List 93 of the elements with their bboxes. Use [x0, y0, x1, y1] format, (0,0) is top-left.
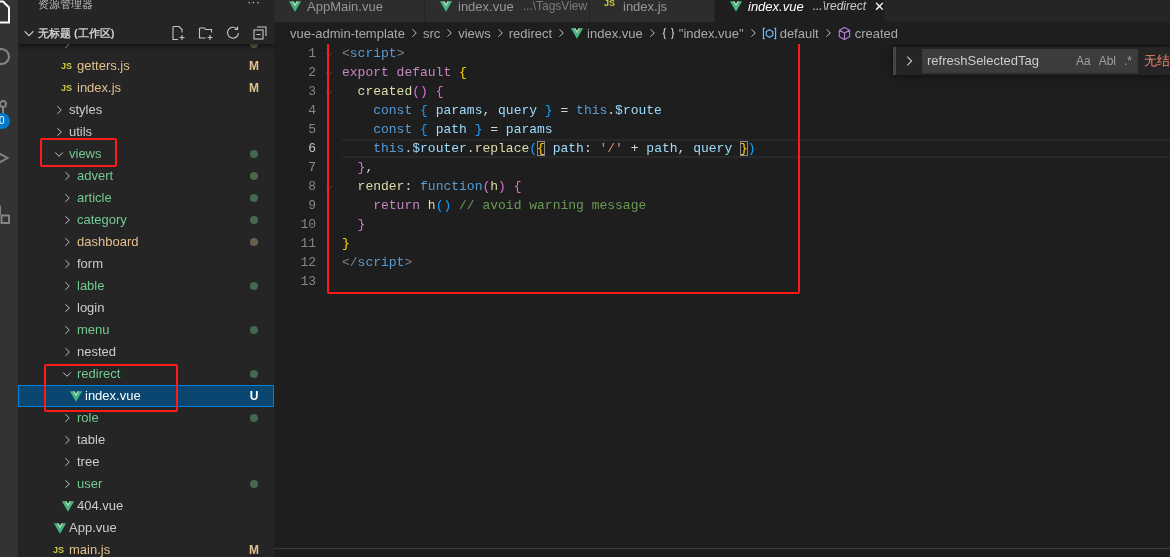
breadcrumb-item[interactable]: vue-admin-template	[290, 26, 405, 40]
vue-icon	[69, 389, 83, 403]
code-line: <script>	[342, 44, 405, 63]
tree-item[interactable]: tree	[18, 451, 274, 473]
editor-tab[interactable]: JS index.js	[590, 0, 715, 22]
line-number: 6	[307, 139, 316, 158]
git-status-letter: M	[249, 58, 259, 75]
tree-item[interactable]: JS getters.js M	[18, 55, 274, 77]
tab-description: ...\TagsView	[522, 0, 588, 13]
vue-icon	[61, 499, 75, 513]
code-line: const { path } = params	[372, 120, 553, 139]
tree-item[interactable]: 404.vue	[18, 495, 274, 517]
breadcrumb-item[interactable]: redirect	[508, 26, 553, 40]
tree-item[interactable]: table	[18, 429, 274, 451]
code-line: </script>	[342, 253, 413, 272]
collapse-all-icon[interactable]	[252, 25, 268, 41]
js-icon: JS	[61, 61, 75, 71]
editor-tab[interactable]: index.vue ...\redirect ✕	[715, 0, 885, 22]
result-count: 无结	[1144, 52, 1170, 71]
git-status-letter: M	[249, 542, 259, 557]
code-line: }	[356, 215, 366, 234]
vue-icon	[439, 0, 453, 13]
braces-icon	[660, 25, 676, 41]
tree-item[interactable]: nested	[18, 341, 274, 363]
line-number: 9	[307, 196, 316, 215]
tree-item[interactable]: redirect	[18, 363, 274, 385]
tree-item[interactable]: JS index.js M	[18, 77, 274, 99]
vue-icon	[729, 0, 743, 13]
breadcrumb-item[interactable]: default	[779, 26, 819, 40]
tree-item[interactable]: article	[18, 187, 274, 209]
breadcrumb-item[interactable]: src	[422, 26, 441, 40]
code-line: return h() // avoid warning message	[372, 196, 647, 215]
tree-item[interactable]: views	[18, 143, 274, 165]
tree-item[interactable]: dashboard	[18, 231, 274, 253]
tree-item[interactable]: lable	[18, 275, 274, 297]
line-number: 12	[299, 253, 316, 272]
line-number: 11	[299, 234, 316, 253]
vue-icon	[288, 0, 302, 13]
line-number: 5	[307, 120, 316, 139]
breadcrumb-item[interactable]: index.vue	[587, 26, 643, 40]
tree-item[interactable]: role	[18, 407, 274, 429]
tree-item[interactable]: category	[18, 209, 274, 231]
line-number: 3	[307, 82, 316, 101]
tree-item[interactable]: utils	[18, 121, 274, 143]
git-status-letter: M	[249, 80, 259, 97]
search-option-toggle[interactable]: Abl	[1098, 52, 1116, 70]
refresh-icon[interactable]	[225, 25, 241, 41]
tree-item[interactable]: user	[18, 473, 274, 495]
line-number: 4	[307, 101, 316, 120]
code-line: created() {	[356, 82, 444, 101]
method-cube-icon	[836, 25, 852, 41]
close-tab-button[interactable]: ✕	[874, 0, 885, 13]
code-line: const { params, query } = this.$route	[372, 101, 662, 120]
search-option-toggle[interactable]: Aa	[1075, 52, 1091, 70]
editor-tab[interactable]: AppMain.vue	[274, 0, 425, 22]
tree-item[interactable]: menu	[18, 319, 274, 341]
tree-item[interactable]: App.vue	[18, 517, 274, 539]
line-number: 13	[299, 272, 316, 291]
line-number: 10	[299, 215, 316, 234]
js-icon: JS	[61, 83, 75, 93]
tree-item[interactable]: JS main.js M	[18, 539, 274, 557]
tree-item[interactable]: form	[18, 253, 274, 275]
new-folder-icon[interactable]	[198, 25, 214, 41]
line-number: 7	[307, 158, 316, 177]
vue-icon	[53, 521, 67, 535]
search-field[interactable]: refreshSelectedTag Aa Abl .*	[922, 49, 1138, 73]
new-file-icon[interactable]	[170, 25, 186, 41]
js-icon: JS	[604, 0, 618, 8]
vue-icon	[570, 26, 585, 40]
breadcrumb-item[interactable]: views	[458, 26, 491, 40]
search-option-toggle[interactable]: .*	[1124, 52, 1132, 70]
line-number: 1	[307, 44, 316, 63]
module-icon	[761, 25, 777, 41]
code-line: render: function(h) {	[356, 177, 522, 196]
git-status-letter: U	[249, 388, 259, 405]
line-number: 2	[307, 63, 316, 82]
code-line: }	[342, 234, 350, 253]
tree-item[interactable]: login	[18, 297, 274, 319]
breadcrumb-item[interactable]: created	[854, 26, 899, 40]
line-number: 8	[307, 177, 316, 196]
code-line: this.$router.replace({ path: '/' + path, query })	[372, 139, 756, 158]
breadcrumb-item[interactable]: "index.vue"	[678, 26, 744, 40]
js-icon: JS	[53, 545, 67, 555]
code-line: export default {	[342, 63, 467, 82]
more-actions-button[interactable]: ···	[247, 0, 260, 7]
selected-tree-item[interactable]: index.vue U	[18, 385, 274, 407]
workspace-header[interactable]: 无标题 (工作区)	[18, 22, 274, 44]
tree-item[interactable]: styles	[18, 99, 274, 121]
tab-description: ...\redirect	[812, 0, 866, 13]
editor-tab[interactable]: index.vue ...\TagsView	[425, 0, 590, 22]
code-line: },	[356, 158, 374, 177]
notification-badge: 0	[0, 113, 10, 129]
tree-item[interactable]: advert	[18, 165, 274, 187]
